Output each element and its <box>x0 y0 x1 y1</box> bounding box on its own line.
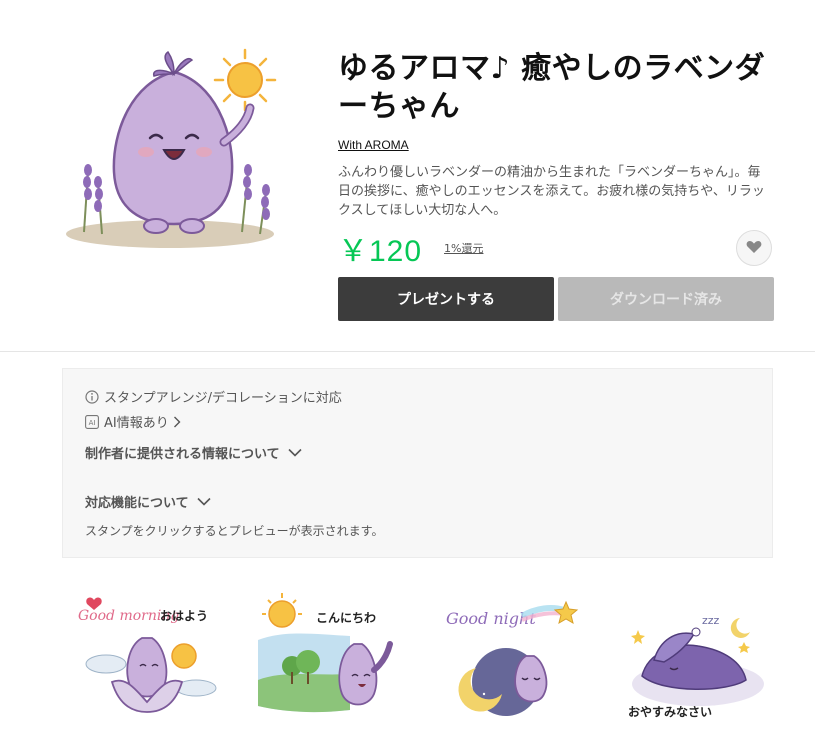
sticker-good-night[interactable]: Good night <box>436 590 586 730</box>
sticker-label: おはよう <box>160 609 208 623</box>
details-panel: スタンプアレンジ/デコレーションに対応 AI AI情報あり 制作者に提供される情… <box>62 368 773 558</box>
sticker-label: おやすみなさい <box>628 705 712 719</box>
product-title: ゆるアロマ♪ 癒やしのラベンダーちゃん <box>338 51 766 124</box>
price: ￥120 <box>338 235 423 268</box>
info-icon <box>85 389 99 404</box>
rebate-link[interactable]: 1%還元 <box>444 240 483 256</box>
heart-icon <box>746 239 762 258</box>
arrange-note: スタンプアレンジ/デコレーションに対応 <box>85 387 342 406</box>
sticker-label: こんにちわ <box>316 611 376 625</box>
chevron-right-icon <box>173 416 181 428</box>
ai-info-link[interactable]: AI AI情報あり <box>85 412 186 431</box>
features-heading: 対応機能について <box>85 496 189 511</box>
features-toggle[interactable]: 対応機能について <box>85 492 211 511</box>
product-header: ゆるアロマ♪ 癒やしのラベンダーちゃん With AROMA ふんわり優しいラベ… <box>0 0 815 352</box>
author-link[interactable]: With AROMA <box>338 138 409 152</box>
sticker-konnichiwa[interactable]: こんにちわ <box>254 590 404 730</box>
ai-icon: AI <box>85 414 99 429</box>
sticker-grid: Good morning おはよう こんにちわ Good night zzz お… <box>62 590 773 730</box>
sticker-oyasuminasai[interactable]: zzz おやすみなさい <box>618 590 768 730</box>
arrange-note-text: スタンプアレンジ/デコレーションに対応 <box>104 391 342 406</box>
preview-hint: スタンプをクリックするとプレビューが表示されます。 <box>85 524 384 538</box>
product-description: ふんわり優しいラベンダーの精油から生まれた「ラベンダーちゃん」。毎日の挨拶に、癒… <box>338 165 765 218</box>
downloaded-button: ダウンロード済み <box>558 277 774 321</box>
price-row: ￥120 1%還元 <box>338 226 778 270</box>
ai-info-text: AI情報あり <box>104 416 169 431</box>
svg-text:AI: AI <box>89 419 96 427</box>
chevron-down-icon <box>197 497 211 506</box>
action-buttons: プレゼントする ダウンロード済み <box>338 277 774 321</box>
chevron-down-icon <box>288 448 302 457</box>
product-info: ゆるアロマ♪ 癒やしのラベンダーちゃん With AROMA ふんわり優しいラベ… <box>338 50 778 270</box>
creator-info-toggle[interactable]: 制作者に提供される情報について <box>85 443 302 462</box>
favorite-button[interactable] <box>736 230 772 266</box>
sticker-good-morning[interactable]: Good morning おはよう <box>72 590 222 730</box>
section-divider <box>0 351 815 352</box>
svg-text:zzz: zzz <box>702 614 720 627</box>
creator-info-heading: 制作者に提供される情報について <box>85 447 280 462</box>
main-sticker-image <box>62 42 294 264</box>
present-button[interactable]: プレゼントする <box>338 277 554 321</box>
